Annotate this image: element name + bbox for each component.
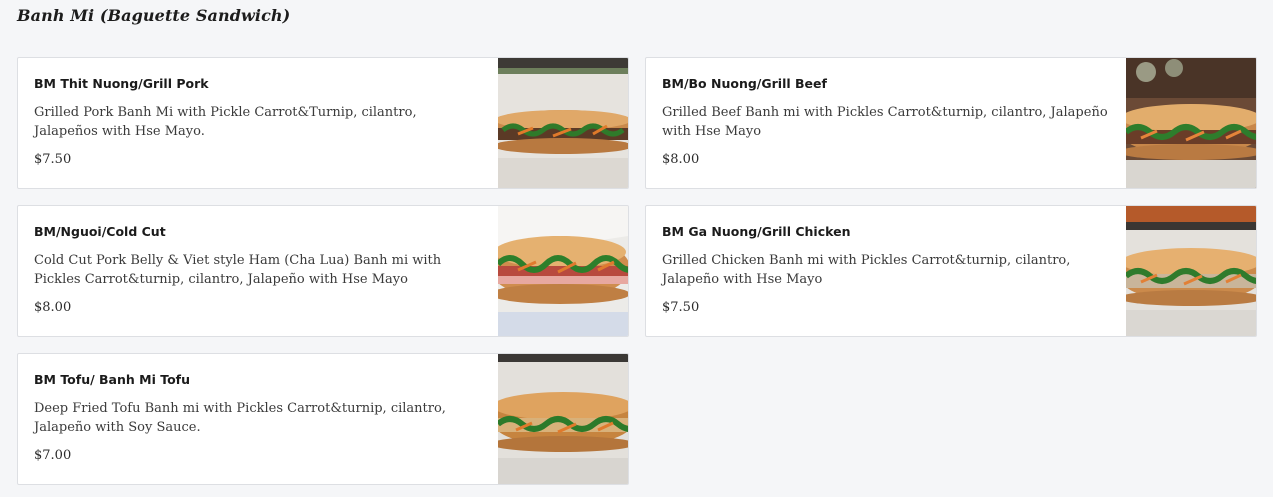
menu-item-price: $7.00 — [34, 448, 72, 463]
menu-item-price: $8.00 — [662, 152, 700, 167]
grilled-beef-banh-mi-photo — [1126, 58, 1256, 188]
menu-items-grid: BM Thit Nuong/Grill Pork Grilled Pork Ba… — [17, 57, 1257, 485]
menu-item-description: Grilled Beef Banh mi with Pickles Carrot… — [662, 105, 1108, 139]
menu-item-description: Cold Cut Pork Belly & Viet style Ham (Ch… — [34, 253, 442, 287]
menu-item-details: BM/Bo Nuong/Grill Beef Grilled Beef Banh… — [662, 76, 1112, 168]
menu-item-card[interactable]: BM Ga Nuong/Grill Chicken Grilled Chicke… — [645, 205, 1257, 337]
menu-item-name: BM Tofu/ Banh Mi Tofu — [34, 372, 191, 387]
menu-item-description: Grilled Pork Banh Mi with Pickle Carrot&… — [34, 105, 417, 139]
menu-item-name: BM Ga Nuong/Grill Chicken — [662, 224, 851, 239]
menu-item-details: BM Thit Nuong/Grill Pork Grilled Pork Ba… — [34, 76, 484, 168]
menu-item-card[interactable]: BM/Bo Nuong/Grill Beef Grilled Beef Banh… — [645, 57, 1257, 189]
menu-item-details: BM Tofu/ Banh Mi Tofu Deep Fried Tofu Ba… — [34, 372, 484, 464]
menu-item-card[interactable]: BM Thit Nuong/Grill Pork Grilled Pork Ba… — [17, 57, 629, 189]
menu-item-name: BM/Bo Nuong/Grill Beef — [662, 76, 827, 91]
menu-item-description: Grilled Chicken Banh mi with Pickles Car… — [662, 253, 1071, 287]
grilled-chicken-banh-mi-photo — [1126, 206, 1256, 336]
menu-item-description: Deep Fried Tofu Banh mi with Pickles Car… — [34, 401, 446, 435]
menu-item-card[interactable]: BM/Nguoi/Cold Cut Cold Cut Pork Belly & … — [17, 205, 629, 337]
tofu-banh-mi-photo — [498, 354, 628, 484]
menu-item-price: $8.00 — [34, 300, 72, 315]
menu-item-details: BM/Nguoi/Cold Cut Cold Cut Pork Belly & … — [34, 224, 484, 316]
menu-item-card[interactable]: BM Tofu/ Banh Mi Tofu Deep Fried Tofu Ba… — [17, 353, 629, 485]
cold-cut-banh-mi-photo — [498, 206, 628, 336]
menu-item-details: BM Ga Nuong/Grill Chicken Grilled Chicke… — [662, 224, 1112, 316]
section-title: Banh Mi (Baguette Sandwich) — [17, 6, 291, 25]
menu-item-price: $7.50 — [34, 152, 72, 167]
menu-item-name: BM Thit Nuong/Grill Pork — [34, 76, 209, 91]
menu-item-price: $7.50 — [662, 300, 700, 315]
grilled-pork-banh-mi-photo — [498, 58, 628, 188]
menu-item-name: BM/Nguoi/Cold Cut — [34, 224, 166, 239]
